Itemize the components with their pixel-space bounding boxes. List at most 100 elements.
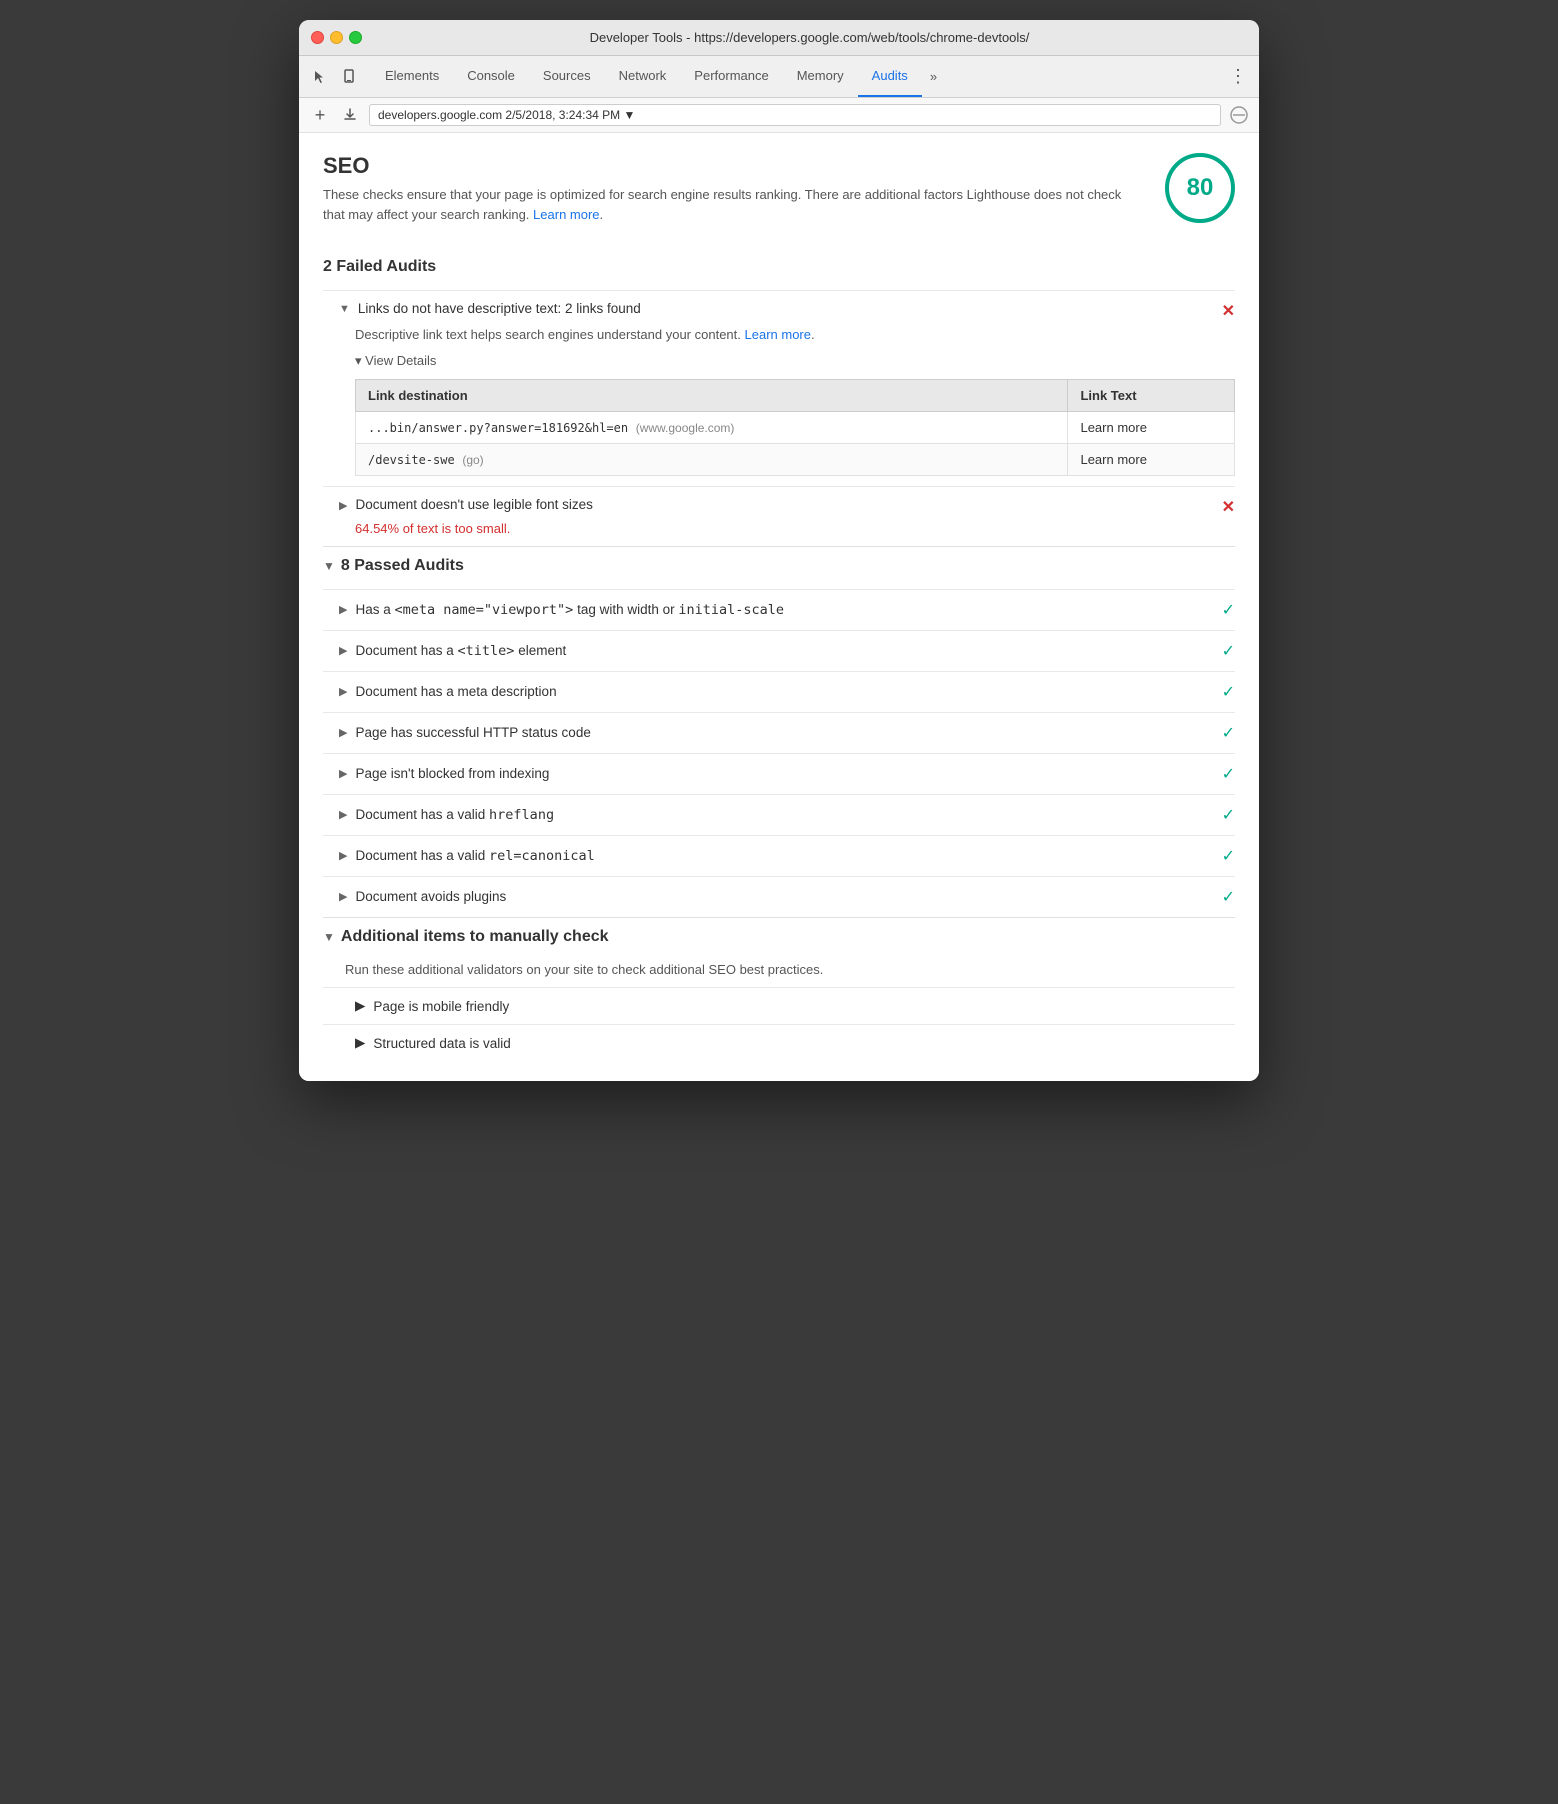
code-canonical: rel=canonical	[489, 848, 595, 864]
audit-item-links-desc: Descriptive link text helps search engin…	[355, 325, 1235, 345]
link-details-table: Link destination Link Text ...bin/answer…	[355, 379, 1235, 476]
additional-item-structured: ▶ Structured data is valid	[323, 1024, 1235, 1061]
table-row: ...bin/answer.py?answer=181692&hl=en (ww…	[356, 411, 1235, 443]
table-header-destination: Link destination	[356, 379, 1068, 411]
pass-check-icon: ✓	[1222, 641, 1235, 661]
device-icon	[342, 69, 358, 85]
audit-item-links: ▼ Links do not have descriptive text: 2 …	[323, 290, 1235, 486]
seo-text: SEO These checks ensure that your page i…	[323, 153, 1145, 224]
table-header-linktext: Link Text	[1068, 379, 1235, 411]
seo-description: These checks ensure that your page is op…	[323, 185, 1145, 224]
passed-item-label[interactable]: ▶ Document has a valid rel=canonical	[339, 848, 595, 864]
devtools-toolbar: Elements Console Sources Network Perform…	[299, 56, 1259, 98]
passed-item-viewport: ▶ Has a <meta name="viewport"> tag with …	[323, 589, 1235, 630]
fail-status-icon: ✕	[1222, 301, 1235, 321]
tab-more-button[interactable]: »	[922, 56, 945, 97]
tab-memory[interactable]: Memory	[783, 56, 858, 97]
toolbar-icons	[307, 64, 363, 90]
passed-item-label[interactable]: ▶ Page isn't blocked from indexing	[339, 766, 549, 781]
minimize-button[interactable]	[330, 31, 343, 44]
tab-elements[interactable]: Elements	[371, 56, 453, 97]
window-title: Developer Tools - https://developers.goo…	[372, 30, 1247, 45]
no-entry-icon	[1229, 105, 1249, 125]
download-button[interactable]	[339, 104, 361, 126]
code-hreflang: hreflang	[489, 807, 554, 823]
download-icon	[342, 107, 358, 123]
chevron-right-icon: ▶	[339, 808, 347, 821]
close-button[interactable]	[311, 31, 324, 44]
passed-item-canonical: ▶ Document has a valid rel=canonical ✓	[323, 835, 1235, 876]
new-tab-button[interactable]: +	[309, 104, 331, 126]
passed-item-plugins: ▶ Document avoids plugins ✓	[323, 876, 1235, 917]
tab-performance[interactable]: Performance	[680, 56, 782, 97]
audit-item-fonts: ▶ Document doesn't use legible font size…	[323, 486, 1235, 546]
pass-check-icon: ✓	[1222, 723, 1235, 743]
passed-audits-section-header[interactable]: ▼ 8 Passed Audits	[323, 546, 1235, 585]
additional-item-mobile-label[interactable]: ▶ Page is mobile friendly	[355, 998, 509, 1014]
tab-console[interactable]: Console	[453, 56, 529, 97]
toolbar-menu-button[interactable]: ⋮	[1225, 64, 1251, 90]
device-toolbar-button[interactable]	[337, 64, 363, 90]
titlebar: Developer Tools - https://developers.goo…	[299, 20, 1259, 56]
additional-item-mobile: ▶ Page is mobile friendly	[323, 987, 1235, 1024]
table-cell-linktext1: Learn more	[1068, 411, 1235, 443]
cursor-tool-button[interactable]	[307, 64, 333, 90]
chevron-right-icon: ▶	[339, 849, 347, 862]
tab-network[interactable]: Network	[605, 56, 681, 97]
additional-item-structured-label[interactable]: ▶ Structured data is valid	[355, 1035, 511, 1051]
seo-learn-more-link[interactable]: Learn more	[533, 207, 599, 222]
chevron-right-icon: ▶	[339, 726, 347, 739]
devtools-window: Developer Tools - https://developers.goo…	[299, 20, 1259, 1081]
passed-item-label[interactable]: ▶ Document has a <title> element	[339, 643, 566, 659]
section-chevron-down-icon: ▼	[323, 930, 335, 944]
pass-check-icon: ✓	[1222, 805, 1235, 825]
code-meta: <meta name="viewport">	[395, 602, 574, 618]
block-icon	[1230, 106, 1248, 124]
chevron-right-icon: ▶	[339, 890, 347, 903]
score-value: 80	[1187, 174, 1214, 202]
audit-item-fonts-header[interactable]: ▶ Document doesn't use legible font size…	[339, 497, 1235, 517]
traffic-lights	[311, 31, 362, 44]
audit-item-links-header[interactable]: ▼ Links do not have descriptive text: 2 …	[339, 301, 1235, 321]
cursor-icon	[312, 69, 328, 85]
chevron-right-icon: ▶	[339, 685, 347, 698]
table-cell-dest1: ...bin/answer.py?answer=181692&hl=en (ww…	[356, 411, 1068, 443]
code-initial-scale: initial-scale	[678, 602, 784, 618]
maximize-button[interactable]	[349, 31, 362, 44]
failed-audits-section-header[interactable]: 2 Failed Audits	[323, 248, 1235, 286]
passed-item-indexing: ▶ Page isn't blocked from indexing ✓	[323, 753, 1235, 794]
pass-check-icon: ✓	[1222, 682, 1235, 702]
main-content: SEO These checks ensure that your page i…	[299, 133, 1259, 1081]
tabs-container: Elements Console Sources Network Perform…	[371, 56, 1225, 97]
table-cell-linktext2: Learn more	[1068, 443, 1235, 475]
view-details-toggle[interactable]: ▾ View Details	[355, 353, 1235, 369]
passed-item-label[interactable]: ▶ Has a <meta name="viewport"> tag with …	[339, 602, 784, 618]
seo-header: SEO These checks ensure that your page i…	[323, 153, 1235, 224]
additional-items-section-header[interactable]: ▼ Additional items to manually check	[323, 917, 1235, 956]
passed-item-label[interactable]: ▶ Document has a valid hreflang	[339, 807, 554, 823]
passed-item-meta-desc: ▶ Document has a meta description ✓	[323, 671, 1235, 712]
passed-item-label[interactable]: ▶ Document has a meta description	[339, 684, 557, 699]
chevron-right-icon: ▶	[339, 644, 347, 657]
tab-sources[interactable]: Sources	[529, 56, 605, 97]
view-details-section: ▾ View Details Link destination Link Tex…	[355, 353, 1235, 476]
table-row: /devsite-swe (go) Learn more	[356, 443, 1235, 475]
additional-items-description: Run these additional validators on your …	[345, 960, 1235, 980]
chevron-down-icon: ▼	[339, 303, 350, 315]
audit-item-links-title: ▼ Links do not have descriptive text: 2 …	[339, 301, 1222, 316]
section-chevron-down-icon: ▼	[323, 559, 335, 573]
tab-audits[interactable]: Audits	[858, 56, 922, 97]
pass-check-icon: ✓	[1222, 764, 1235, 784]
code-title: <title>	[458, 643, 515, 659]
address-input[interactable]: developers.google.com 2/5/2018, 3:24:34 …	[369, 104, 1221, 126]
links-learn-more-link[interactable]: Learn more	[745, 327, 811, 342]
passed-item-hreflang: ▶ Document has a valid hreflang ✓	[323, 794, 1235, 835]
passed-item-title: ▶ Document has a <title> element ✓	[323, 630, 1235, 671]
audit-item-fonts-title: ▶ Document doesn't use legible font size…	[339, 497, 1222, 512]
passed-item-label[interactable]: ▶ Document avoids plugins	[339, 889, 506, 904]
passed-item-label[interactable]: ▶ Page has successful HTTP status code	[339, 725, 591, 740]
score-circle: 80	[1165, 153, 1235, 223]
chevron-right-icon: ▶	[339, 499, 347, 512]
font-fail-text: 64.54% of text is too small.	[355, 521, 1235, 536]
pass-check-icon: ✓	[1222, 887, 1235, 907]
